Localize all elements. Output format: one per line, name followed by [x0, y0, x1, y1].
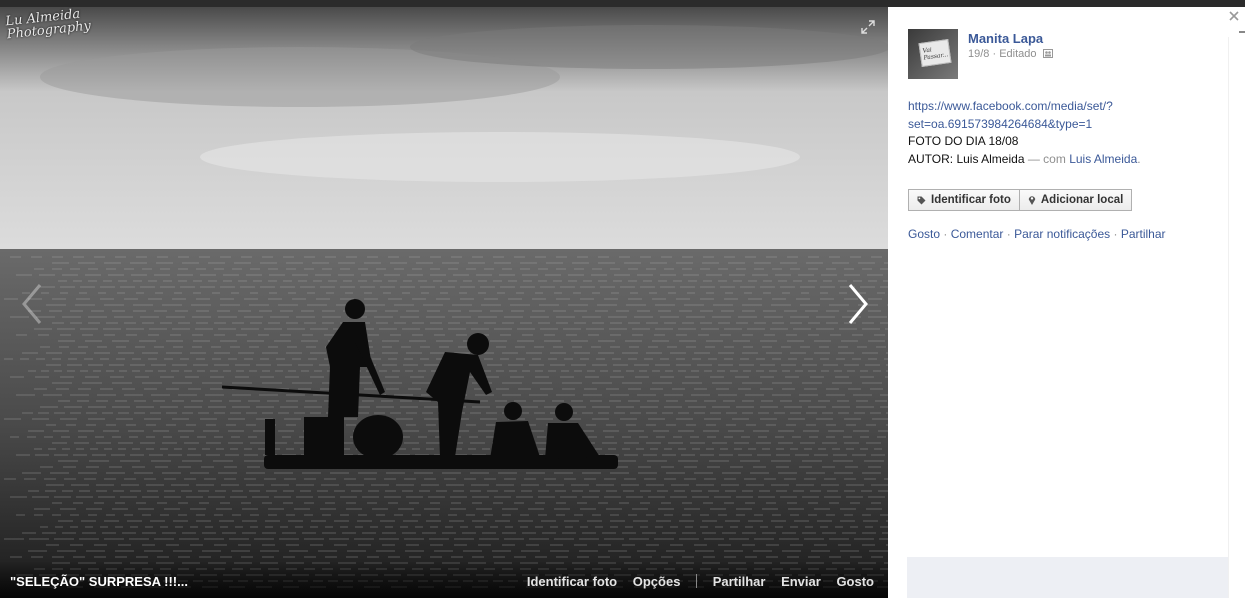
avatar-text: Vai Passar...: [922, 46, 949, 62]
photo-action-bar: "SELEÇÃO" SURPRESA !!!... Identificar fo…: [0, 562, 888, 598]
comment-link[interactable]: Comentar: [951, 227, 1004, 241]
next-arrow-icon[interactable]: [840, 279, 874, 329]
avatar-sign: Vai Passar...: [918, 39, 952, 67]
audience-friends-icon[interactable]: [1042, 49, 1053, 58]
stop-notifications-link[interactable]: Parar notificações: [1014, 227, 1110, 241]
avatar[interactable]: Vai Passar...: [908, 29, 958, 79]
photo-options-link[interactable]: Opções: [633, 574, 681, 589]
photo-share-link[interactable]: Partilhar: [713, 574, 766, 589]
meta-separator: ·: [992, 48, 997, 60]
post-description: https://www.facebook.com/media/set/? set=…: [908, 98, 1228, 168]
tag-photo-label: Identificar foto: [931, 194, 1011, 206]
tag-icon: [917, 196, 926, 204]
actions-separator: ·: [1006, 227, 1011, 241]
with-text: — com: [1027, 151, 1066, 166]
top-strip: [0, 0, 1245, 7]
photo-sidebar: Vai Passar... Manita Lapa 19/8 · Editado…: [888, 7, 1245, 598]
album-link[interactable]: https://www.facebook.com/media/set/? set=…: [908, 99, 1113, 131]
like-link[interactable]: Gosto: [908, 227, 940, 241]
bar-divider: [696, 574, 698, 588]
author-name[interactable]: Manita Lapa: [968, 31, 1043, 46]
photo-like-link[interactable]: Gosto: [836, 574, 874, 589]
with-suffix: .: [1137, 151, 1141, 166]
photo-image: [0, 7, 888, 598]
album-link-line1: https://www.facebook.com/media/set/?: [908, 99, 1113, 113]
previous-arrow-icon[interactable]: [16, 279, 50, 329]
post-meta: 19/8 · Editado: [968, 48, 1053, 60]
photo-tag-link[interactable]: Identificar foto: [527, 574, 617, 589]
album-link-line2: set=oa.691573984264684&type=1: [908, 116, 1093, 131]
edited-label[interactable]: Editado: [999, 48, 1036, 60]
actions-separator: ·: [943, 227, 948, 241]
post-date[interactable]: 19/8: [968, 48, 989, 60]
tag-photo-button[interactable]: Identificar foto: [908, 189, 1020, 211]
photo-viewer[interactable]: Lu Almeida Photography "SELEÇÃO" SURPRES…: [0, 7, 888, 598]
post-actions: Gosto · Comentar · Parar notificações · …: [908, 227, 1166, 241]
expand-icon[interactable]: [860, 19, 876, 35]
tagged-person-link[interactable]: Luis Almeida: [1069, 152, 1137, 166]
actions-separator: ·: [1113, 227, 1118, 241]
photo-caption: "SELEÇÃO" SURPRESA !!!...: [10, 574, 188, 589]
photo-button-row: Identificar foto Adicionar local: [908, 189, 1133, 211]
author-line: AUTOR: Luis Almeida — com Luis Almeida.: [908, 151, 1228, 169]
author-credit: AUTOR: Luis Almeida: [908, 151, 1025, 166]
minimize-mark: [1239, 31, 1245, 33]
share-link[interactable]: Partilhar: [1121, 227, 1166, 241]
sidebar-scrollbar[interactable]: [1228, 37, 1245, 598]
location-pin-icon: [1028, 196, 1036, 205]
comment-box-area[interactable]: [907, 557, 1228, 598]
close-icon[interactable]: [1229, 11, 1239, 21]
photo-bar-actions: Identificar foto Opções Partilhar Enviar…: [515, 574, 874, 589]
photo-send-link[interactable]: Enviar: [781, 574, 821, 589]
add-location-label: Adicionar local: [1040, 194, 1124, 206]
photo-of-day: FOTO DO DIA 18/08: [908, 134, 1019, 148]
add-location-button[interactable]: Adicionar local: [1019, 189, 1133, 211]
